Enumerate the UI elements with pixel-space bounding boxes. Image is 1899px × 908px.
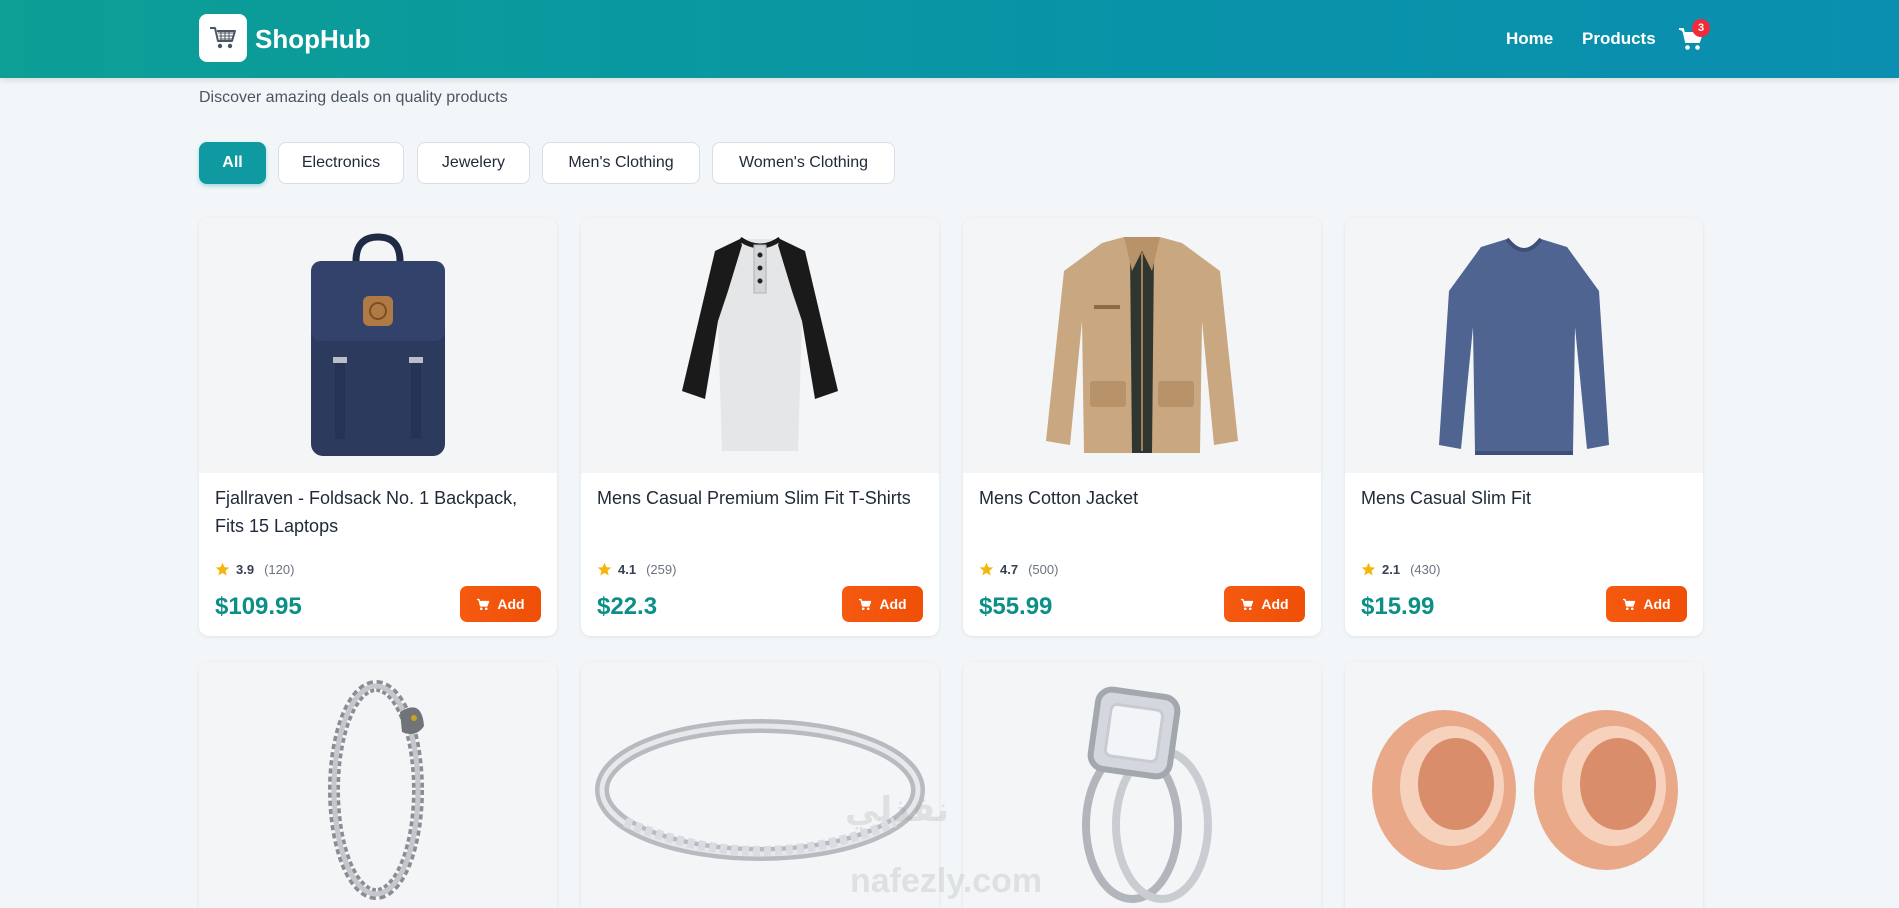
longsleeve-shirt-image (1439, 237, 1609, 455)
rating-count: (259) (646, 562, 677, 577)
product-rating: 4.7 (500) (979, 562, 1058, 577)
raglan-tshirt-image (682, 236, 838, 451)
cart-logo-icon (210, 27, 236, 49)
diamond-ring-set-image (1082, 686, 1212, 903)
rating-value: 4.1 (618, 562, 637, 577)
product-card[interactable]: Mens Casual Slim Fit 2.1 (430) $15.99 Ad… (1345, 218, 1703, 636)
cart-icon (477, 598, 490, 610)
watermark-arabic: نفذلي (845, 791, 950, 829)
rating-count: (120) (264, 562, 295, 577)
product-price: $55.99 (979, 593, 1053, 620)
add-label: Add (1643, 596, 1671, 612)
product-card[interactable] (199, 662, 557, 908)
filter-jewelery[interactable]: Jewelery (417, 142, 530, 184)
add-label: Add (879, 596, 907, 612)
cart-icon (1623, 598, 1636, 610)
cart-icon (1241, 598, 1254, 610)
product-image[interactable] (199, 662, 557, 908)
product-card[interactable]: Mens Casual Premium Slim Fit T-Shirts 4.… (581, 218, 939, 636)
add-label: Add (1261, 596, 1289, 612)
product-title[interactable]: Mens Cotton Jacket (979, 484, 1305, 512)
product-title[interactable]: Fjallraven - Foldsack No. 1 Backpack, Fi… (215, 484, 541, 540)
product-image[interactable] (581, 218, 939, 473)
cotton-jacket-image (1046, 236, 1238, 453)
star-icon (1361, 562, 1376, 576)
product-card[interactable] (1345, 662, 1703, 908)
filter-mens-clothing[interactable]: Men's Clothing (542, 142, 700, 184)
filter-electronics[interactable]: Electronics (278, 142, 404, 184)
product-title[interactable]: Mens Casual Slim Fit (1361, 484, 1687, 512)
dragon-bracelet-image (328, 680, 424, 900)
rating-value: 4.7 (1000, 562, 1019, 577)
add-to-cart-button[interactable]: Add (842, 586, 923, 622)
product-image[interactable] (1345, 662, 1703, 908)
product-price: $15.99 (1361, 593, 1435, 620)
product-card[interactable]: Fjallraven - Foldsack No. 1 Backpack, Fi… (199, 218, 557, 636)
rating-count: (500) (1028, 562, 1059, 577)
add-to-cart-button[interactable]: Add (1224, 586, 1305, 622)
page-subtitle: Discover amazing deals on quality produc… (199, 89, 508, 106)
top-navbar: ShopHub Home Products 3 (0, 0, 1899, 78)
add-to-cart-button[interactable]: Add (1606, 586, 1687, 622)
add-to-cart-button[interactable]: Add (460, 586, 541, 622)
nav-products-link[interactable]: Products (1582, 28, 1656, 50)
backpack-image (311, 232, 445, 456)
star-icon (979, 562, 994, 576)
add-label: Add (497, 596, 525, 612)
product-image[interactable] (1345, 218, 1703, 473)
shop-logo[interactable] (199, 14, 247, 62)
rose-gold-plugs-image (1372, 709, 1678, 870)
rating-value: 2.1 (1382, 562, 1401, 577)
product-rating: 4.1 (259) (597, 562, 676, 577)
product-card[interactable]: Mens Cotton Jacket 4.7 (500) $55.99 Add (963, 218, 1321, 636)
rating-count: (430) (1410, 562, 1441, 577)
product-price: $22.3 (597, 593, 658, 620)
filter-womens-clothing[interactable]: Women's Clothing (712, 142, 895, 184)
star-icon (597, 562, 612, 576)
star-icon (215, 562, 230, 576)
product-title[interactable]: Mens Casual Premium Slim Fit T-Shirts (597, 484, 923, 512)
nav-home-link[interactable]: Home (1506, 28, 1553, 50)
watermark-domain: nafezly.com (850, 862, 1043, 900)
product-image[interactable] (199, 218, 557, 473)
cart-icon (859, 598, 872, 610)
cart-count-badge: 3 (1692, 19, 1710, 37)
rating-value: 3.9 (236, 562, 255, 577)
brand-name[interactable]: ShopHub (255, 22, 371, 56)
product-rating: 2.1 (430) (1361, 562, 1440, 577)
product-image[interactable] (963, 218, 1321, 473)
product-price: $109.95 (215, 593, 302, 620)
filter-all[interactable]: All (199, 142, 266, 184)
product-rating: 3.9 (120) (215, 562, 294, 577)
